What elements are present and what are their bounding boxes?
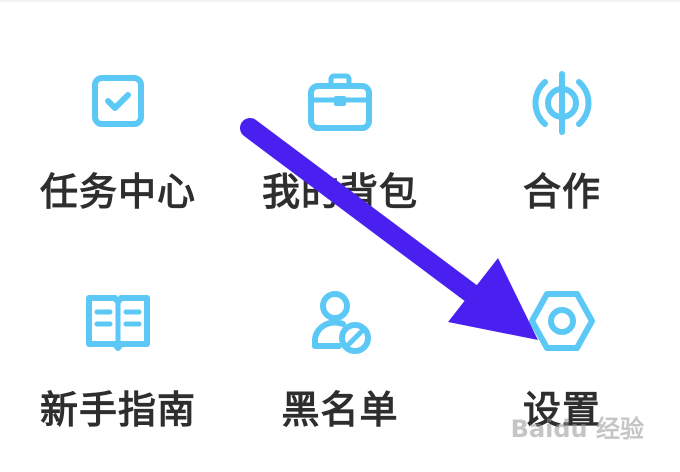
menu-item-label: 我的背包 <box>261 170 418 214</box>
cooperation-icon <box>525 66 599 140</box>
menu-item-label: 新手指南 <box>39 388 196 432</box>
task-checkbox-icon <box>81 66 155 140</box>
menu-item-blacklist[interactable]: 黑名单 <box>240 284 440 464</box>
menu-item-label: 合作 <box>522 170 601 214</box>
menu-item-task-center[interactable]: 任务中心 <box>18 66 218 246</box>
blocked-user-icon <box>303 284 377 358</box>
menu-item-my-backpack[interactable]: 我的背包 <box>240 66 440 246</box>
briefcase-icon <box>303 66 377 140</box>
baidu-jingyan-watermark: Baidu 经验 <box>510 415 644 443</box>
menu-item-cooperation[interactable]: 合作 <box>462 66 662 246</box>
menu-item-label: 黑名单 <box>281 388 399 432</box>
menu-item-label: 任务中心 <box>39 170 196 214</box>
settings-nut-icon <box>525 284 599 358</box>
menu-item-beginner-guide[interactable]: 新手指南 <box>18 284 218 464</box>
book-icon <box>81 284 155 358</box>
feature-grid: 任务中心 我的背包 合作 新手指南 黑名单 设置 <box>0 0 680 472</box>
